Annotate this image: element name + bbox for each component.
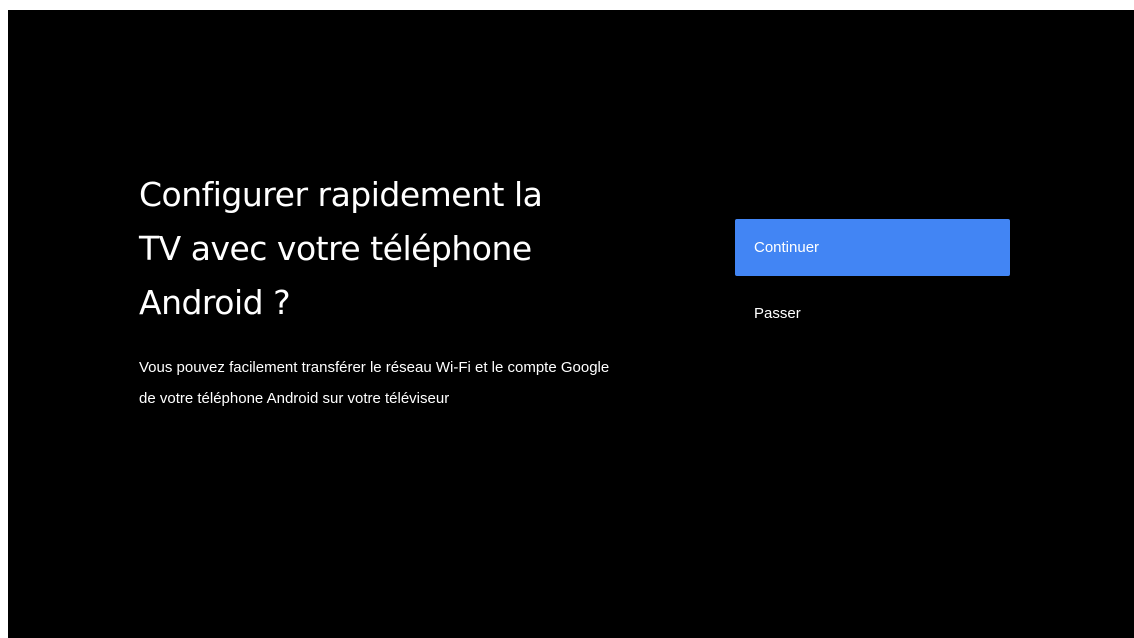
skip-button[interactable]: Passer — [735, 285, 1010, 342]
title-line: Android ? — [139, 283, 291, 322]
page-title: Configurer rapidement la TV avec votre t… — [139, 168, 699, 330]
continue-button[interactable]: Continuer — [735, 219, 1010, 276]
description-line: Vous pouvez facilement transférer le rés… — [139, 359, 610, 376]
description-line: de votre téléphone Android sur votre tél… — [139, 390, 450, 407]
title-line: TV avec votre téléphone — [139, 229, 532, 268]
setup-screen: Configurer rapidement la TV avec votre t… — [8, 10, 1134, 638]
action-list: Continuer Passer — [735, 219, 1010, 342]
title-line: Configurer rapidement la — [139, 175, 543, 214]
page-description: Vous pouvez facilement transférer le rés… — [139, 352, 699, 414]
